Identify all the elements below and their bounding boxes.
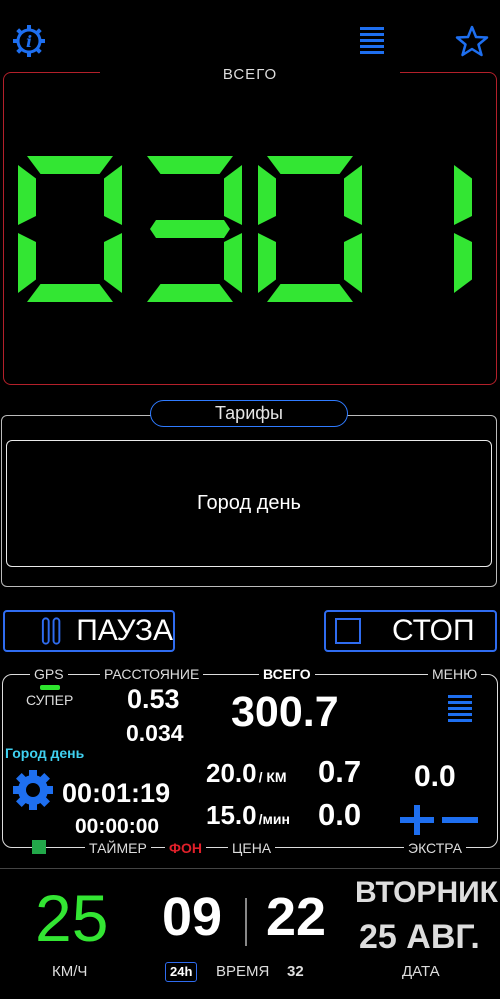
menu-icon[interactable] <box>358 24 386 56</box>
meter-digit-segment <box>267 284 353 302</box>
divider <box>82 674 98 675</box>
gps-signal-label: СУПЕР <box>26 692 74 708</box>
extra-value: 0.0 <box>414 760 456 793</box>
info-icon[interactable]: i <box>10 22 48 60</box>
bottom-divider <box>0 868 500 869</box>
meter-digit-segment <box>454 165 472 225</box>
clock-hours: 09 <box>162 887 223 947</box>
rate-min-unit: /мин <box>258 811 290 827</box>
meter-digit-segment <box>258 165 276 225</box>
clock-minutes: 22 <box>266 887 327 947</box>
meter-digit-segment <box>267 156 353 174</box>
speed-value: 25 <box>35 881 109 955</box>
meter-digit-segment <box>147 284 233 302</box>
timer-value: 00:01:19 <box>62 778 171 808</box>
tariffs-title: Тарифы <box>150 400 348 427</box>
timer-label: ТАЙМЕР <box>85 840 151 856</box>
stop-button[interactable]: СТОП <box>324 610 497 652</box>
distance-value: 0.53 <box>127 684 180 714</box>
rate-min-value: 15.0 <box>206 800 257 830</box>
timer-sub-value: 00:00:00 <box>75 815 160 838</box>
distance-sub-value: 0.034 <box>126 720 184 746</box>
meter-digit-segment <box>27 284 113 302</box>
speed-unit: КМ/Ч <box>52 963 88 980</box>
background-label: ФОН <box>165 840 206 856</box>
extra-minus-icon[interactable] <box>441 804 479 836</box>
time-seconds: 32 <box>287 963 304 980</box>
date-label: ДАТА <box>402 963 440 980</box>
extra-plus-icon[interactable] <box>398 804 436 836</box>
meter-digit-segment <box>224 165 242 225</box>
meter-digit-segment <box>344 233 362 293</box>
meter-digit-segment <box>18 233 36 293</box>
total-value: 300.7 <box>231 688 339 736</box>
tariff-selector[interactable]: Город день <box>6 440 492 567</box>
price-label: ЦЕНА <box>228 840 276 856</box>
rate-min: 15.0/мин <box>206 800 290 831</box>
pause-button[interactable]: ПАУЗА <box>3 610 175 652</box>
pause-label: ПАУЗА <box>76 614 173 647</box>
clock-separator <box>245 898 247 946</box>
gps-signal-bar <box>40 685 60 690</box>
bg-mode-indicator[interactable] <box>32 840 46 854</box>
meter-digit-segment <box>344 165 362 225</box>
meter-digit-segment <box>147 156 233 174</box>
panel-tariff-name: Город день <box>5 745 85 761</box>
distance-label: РАССТОЯНИЕ <box>100 666 204 682</box>
meter-digit-segment <box>258 233 276 293</box>
meter-digit-segment <box>104 165 122 225</box>
stop-label: СТОП <box>392 614 475 647</box>
rate-km-sum: 0.7 <box>318 754 362 789</box>
panel-menu-icon[interactable] <box>446 692 474 724</box>
rate-min-sum: 0.0 <box>318 797 362 832</box>
meter-digit-segment <box>104 233 122 293</box>
meter-title: ВСЕГО <box>0 66 500 83</box>
meter-digits <box>18 156 472 302</box>
rate-km-unit: / КМ <box>258 769 287 785</box>
star-icon[interactable] <box>453 22 491 60</box>
settings-gear-icon[interactable] <box>10 767 56 813</box>
time-format-badge[interactable]: 24h <box>165 962 198 982</box>
stop-icon <box>335 618 361 644</box>
meter-digit-segment <box>27 156 113 174</box>
gps-label: GPS <box>30 666 68 682</box>
time-label: ВРЕМЯ <box>216 963 270 980</box>
tariff-current-label: Город день <box>197 492 301 514</box>
menu-label: МЕНЮ <box>428 666 482 682</box>
svg-text:i: i <box>26 32 32 51</box>
total-label: ВСЕГО <box>259 666 315 682</box>
pause-icon <box>41 617 61 645</box>
meter-digit-segment <box>454 233 472 293</box>
meter-digit-segment <box>224 233 242 293</box>
meter-digit-segment <box>150 220 230 238</box>
extra-label: ЭКСТРА <box>404 840 466 856</box>
date-value: 25 АВГ. <box>359 918 480 956</box>
weekday: ВТОРНИК <box>355 876 498 909</box>
meter-digit-segment <box>18 165 36 225</box>
rate-km-value: 20.0 <box>206 758 257 788</box>
rate-km: 20.0/ КМ <box>206 758 287 789</box>
